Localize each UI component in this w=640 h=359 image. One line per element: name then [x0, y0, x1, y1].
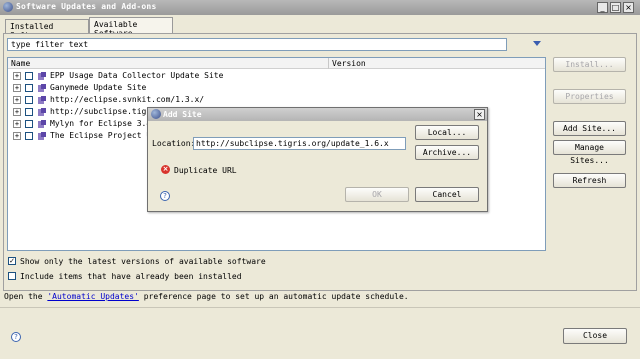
view-menu-dropdown-icon[interactable] [533, 41, 541, 46]
row-checkbox[interactable] [25, 96, 33, 104]
row-checkbox[interactable] [25, 84, 33, 92]
show-latest-label: Show only the latest versions of availab… [20, 257, 266, 266]
update-site-icon [38, 120, 46, 128]
update-site-icon [38, 108, 46, 116]
hint-text-after: preference page to set up an automatic u… [138, 292, 409, 301]
window-title: Software Updates and Add-ons [16, 2, 157, 11]
maximize-button[interactable]: □ [610, 2, 621, 13]
add-site-button[interactable]: Add Site... [553, 121, 626, 136]
row-name: EPP Usage Data Collector Update Site [50, 71, 224, 80]
include-installed-checkbox[interactable] [8, 272, 16, 280]
ok-button[interactable]: OK [345, 187, 409, 202]
row-checkbox[interactable] [25, 132, 33, 140]
row-checkbox[interactable] [25, 108, 33, 116]
update-site-icon [38, 84, 46, 92]
dialog-title: Add Site [163, 110, 202, 119]
row-checkbox[interactable] [25, 120, 33, 128]
help-icon[interactable]: ? [11, 332, 21, 342]
window-close-button[interactable]: × [623, 2, 634, 13]
include-installed-label: Include items that have already been ins… [20, 272, 242, 281]
dialog-help-icon[interactable]: ? [160, 191, 170, 201]
update-site-icon [38, 96, 46, 104]
row-name: Ganymede Update Site [50, 83, 147, 92]
hint-text-before: Open the [4, 292, 48, 301]
local-button[interactable]: Local... [415, 125, 479, 140]
properties-button[interactable]: Properties [553, 89, 626, 104]
location-label: Location: [152, 139, 196, 148]
dialog-titlebar: Add Site × [148, 108, 487, 121]
expand-icon[interactable]: + [13, 84, 21, 92]
install-button[interactable]: Install... [553, 57, 626, 72]
manage-sites-button[interactable]: Manage Sites... [553, 140, 626, 165]
error-icon: × [161, 165, 170, 174]
tab-available-software[interactable]: Available Software [89, 17, 173, 38]
archive-button[interactable]: Archive... [415, 145, 479, 160]
expand-icon[interactable]: + [13, 72, 21, 80]
automatic-updates-hint: Open the 'Automatic Updates' preference … [4, 292, 409, 301]
close-button[interactable]: Close [563, 328, 627, 344]
dialog-close-button[interactable]: × [474, 109, 485, 120]
column-header-version[interactable]: Version [328, 58, 545, 69]
table-row[interactable]: + Ganymede Update Site [8, 82, 545, 94]
minimize-button[interactable]: _ [597, 2, 608, 13]
table-header: Name Version [8, 58, 545, 69]
automatic-updates-link[interactable]: 'Automatic Updates' [47, 292, 139, 301]
footer-divider [0, 307, 640, 308]
show-latest-checkbox[interactable]: ✓ [8, 257, 16, 265]
add-site-dialog: Add Site × Location: http://subclipse.ti… [147, 107, 488, 212]
cancel-button[interactable]: Cancel [415, 187, 479, 202]
table-row[interactable]: + http://eclipse.svnkit.com/1.3.x/ [8, 94, 545, 106]
row-name: http://eclipse.svnkit.com/1.3.x/ [50, 95, 205, 104]
expand-icon[interactable]: + [13, 132, 21, 140]
row-name: Mylyn for Eclipse 3.4 a [50, 119, 161, 128]
eclipse-icon [151, 109, 161, 119]
row-checkbox[interactable] [25, 72, 33, 80]
tab-installed-software[interactable]: Installed Software [5, 19, 89, 40]
row-name: http://subclipse.tigris [50, 107, 161, 116]
table-row[interactable]: + EPP Usage Data Collector Update Site [8, 70, 545, 82]
expand-icon[interactable]: + [13, 108, 21, 116]
row-name: The Eclipse Project Upd [50, 131, 161, 140]
window-titlebar: Software Updates and Add-ons _ □ × [0, 0, 640, 15]
update-site-icon [38, 132, 46, 140]
eclipse-icon [3, 2, 13, 12]
location-input[interactable]: http://subclipse.tigris.org/update_1.6.x [193, 137, 406, 150]
expand-icon[interactable]: + [13, 96, 21, 104]
filter-input[interactable]: type filter text [7, 38, 507, 51]
error-message: Duplicate URL [174, 166, 237, 175]
expand-icon[interactable]: + [13, 120, 21, 128]
update-site-icon [38, 72, 46, 80]
refresh-button[interactable]: Refresh [553, 173, 626, 188]
column-header-name[interactable]: Name [8, 58, 328, 69]
